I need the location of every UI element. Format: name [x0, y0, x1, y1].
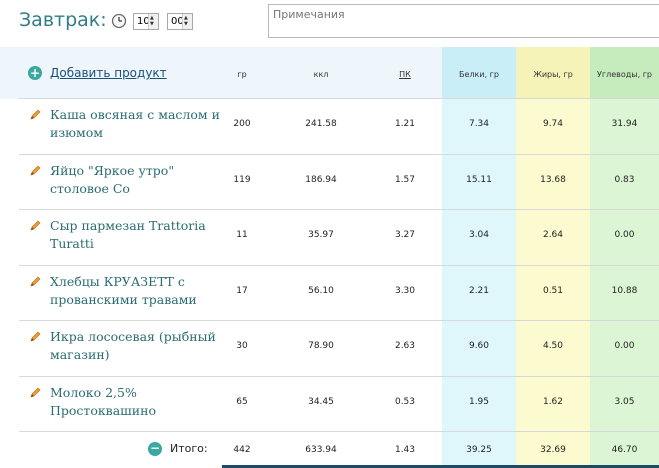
column-header-protein: Белки, гр — [459, 70, 499, 79]
pencil-icon[interactable] — [28, 108, 42, 122]
cell-grams: 119 — [233, 175, 251, 185]
product-name[interactable]: Сыр пармезан Trattoria Turatti — [50, 217, 220, 253]
cell-pk: 3.27 — [394, 230, 416, 240]
product-name[interactable]: Хлебцы КРУАЗЕТТ с прованскими травами — [50, 273, 220, 309]
pencil-icon[interactable] — [28, 275, 42, 289]
total-grams: 442 — [233, 445, 251, 455]
cell-carbs: 0.83 — [614, 175, 635, 185]
column-header-pk[interactable]: ПК — [380, 70, 430, 79]
table-row: Яйцо "Яркое утро" столовое Со 119 186.94 1.… — [0, 154, 659, 209]
cell-pk: 1.57 — [394, 175, 416, 185]
column-header-carbs: Углеводы, гр — [597, 70, 652, 79]
cell-kcal: 56.10 — [308, 286, 334, 296]
cell-carbs: 0.00 — [614, 230, 635, 240]
minutes-stepper-arrows[interactable]: ▲ ▼ — [182, 14, 192, 29]
cell-protein: 2.21 — [468, 286, 490, 296]
add-product-link[interactable]: Добавить продукт — [50, 66, 167, 80]
stepper-down-icon[interactable]: ▼ — [150, 22, 154, 27]
cell-grams: 11 — [236, 230, 248, 240]
product-name[interactable]: Икра лососевая (рыбный магазин) — [50, 328, 220, 364]
cell-pk: 1.21 — [394, 119, 416, 129]
cell-carbs: 31.94 — [611, 119, 638, 129]
cell-grams: 200 — [233, 119, 251, 129]
product-name[interactable]: Молоко 2,5% Простоквашино — [50, 384, 220, 420]
product-name[interactable]: Каша овсяная с маслом и изюмом — [50, 106, 220, 142]
cell-protein: 1.95 — [468, 397, 490, 407]
cell-pk: 2.63 — [394, 341, 416, 351]
total-protein: 39.25 — [466, 445, 492, 455]
table-row: Хлебцы КРУАЗЕТТ с прованскими травами 17 5… — [0, 265, 659, 320]
total-kcal: 633.94 — [305, 445, 337, 455]
cell-protein: 15.11 — [466, 175, 492, 185]
cell-carbs: 3.05 — [614, 397, 635, 407]
column-header-kcal: ккл — [313, 70, 329, 79]
minus-circle-icon[interactable]: − — [148, 442, 162, 456]
cell-protein: 9.60 — [468, 341, 490, 351]
notes-field[interactable] — [268, 4, 659, 38]
total-row: − Итого: 442 633.94 1.43 39.25 32.69 46.… — [0, 432, 659, 468]
cell-protein: 7.34 — [468, 119, 490, 129]
cell-fat: 4.50 — [542, 341, 564, 351]
cell-fat: 9.74 — [542, 119, 564, 129]
cell-kcal: 34.45 — [308, 397, 334, 407]
cell-fat: 0.51 — [542, 286, 564, 296]
cell-kcal: 241.58 — [305, 119, 337, 129]
pencil-icon[interactable] — [28, 164, 42, 178]
cell-kcal: 186.94 — [305, 175, 337, 185]
hours-stepper[interactable]: 10 ▲ ▼ — [133, 13, 159, 30]
product-name[interactable]: Яйцо "Яркое утро" столовое Со — [50, 162, 220, 198]
total-fat: 32.69 — [540, 445, 566, 455]
table-row: Каша овсяная с маслом и изюмом 200 241.58 1… — [0, 98, 659, 153]
cell-carbs: 10.88 — [611, 286, 638, 296]
plus-circle-icon[interactable]: + — [28, 66, 42, 80]
hours-stepper-arrows[interactable]: ▲ ▼ — [148, 14, 158, 29]
clock-icon — [111, 13, 127, 29]
cell-kcal: 35.97 — [308, 230, 334, 240]
meal-title: Завтрак: — [19, 9, 107, 31]
cell-pk: 3.30 — [394, 286, 416, 296]
table-row: Сыр пармезан Trattoria Turatti 11 35.97 3.2… — [0, 209, 659, 264]
cell-grams: 17 — [236, 286, 248, 296]
meal-header: Завтрак: 10 ▲ ▼ 00 ▲ ▼ — [0, 0, 659, 50]
cell-fat: 13.68 — [540, 175, 566, 185]
total-carbs: 46.70 — [611, 445, 638, 455]
total-label: Итого: — [170, 442, 208, 455]
total-pk: 1.43 — [394, 445, 416, 455]
cell-pk: 0.53 — [394, 397, 416, 407]
column-header-fat: Жиры, гр — [533, 70, 573, 79]
pencil-icon[interactable] — [28, 219, 42, 233]
minutes-stepper[interactable]: 00 ▲ ▼ — [167, 13, 193, 30]
cell-fat: 1.62 — [542, 397, 564, 407]
cell-grams: 30 — [236, 341, 248, 351]
table-row: Икра лососевая (рыбный магазин) 30 78.90 2.… — [0, 320, 659, 375]
pencil-icon[interactable] — [28, 330, 42, 344]
table-row: Молоко 2,5% Простоквашино 65 34.45 0.53 1.95… — [0, 376, 659, 431]
cell-carbs: 0.00 — [614, 341, 635, 351]
cell-kcal: 78.90 — [308, 341, 334, 351]
cell-fat: 2.64 — [542, 230, 564, 240]
cell-grams: 65 — [236, 397, 248, 407]
pencil-icon[interactable] — [28, 386, 42, 400]
cell-protein: 3.04 — [468, 230, 490, 240]
column-header-grams: гр — [237, 70, 247, 79]
stepper-down-icon[interactable]: ▼ — [184, 22, 188, 27]
